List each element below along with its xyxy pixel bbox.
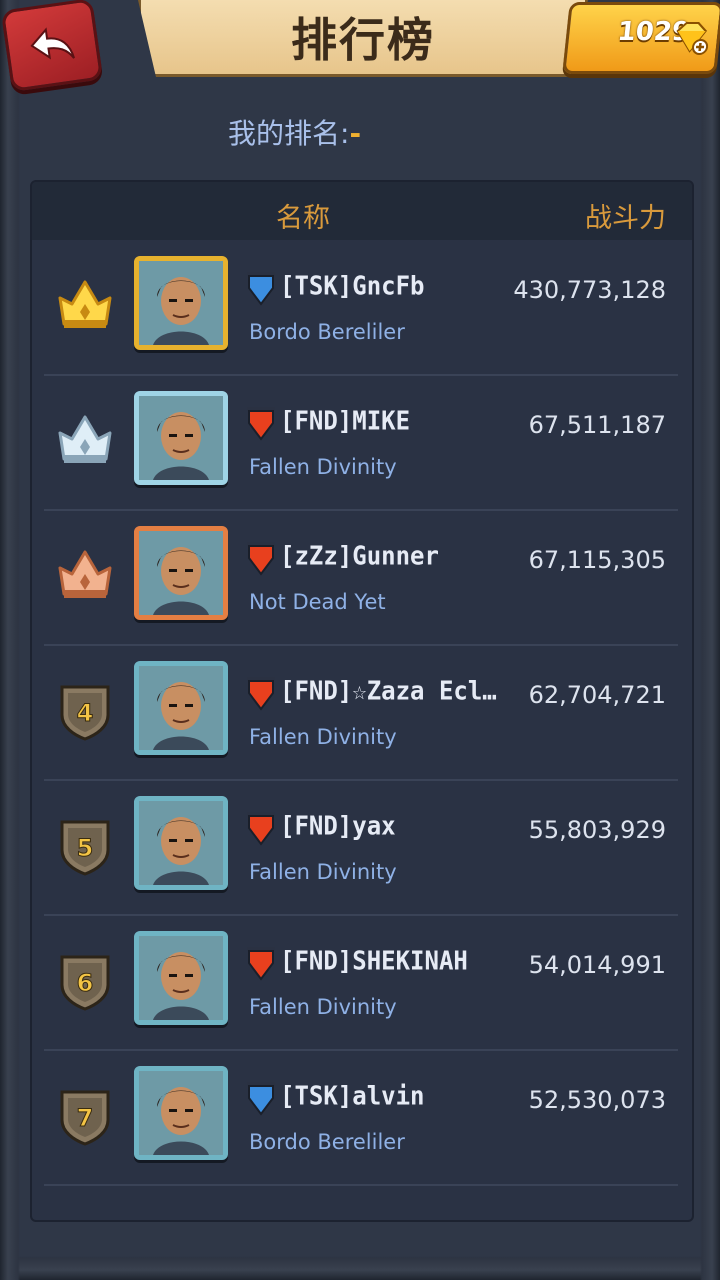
leaderboard-row[interactable]: [zZz]Gunner Not Dead Yet 67,115,305	[44, 510, 678, 646]
hero-portrait-icon	[139, 396, 223, 480]
red-guild-flag-icon	[247, 407, 275, 441]
guild-name: Bordo Bereliler	[249, 320, 405, 344]
leaderboard-row[interactable]: [FND]MIKE Fallen Divinity 67,511,187	[44, 375, 678, 511]
page-title: 排行榜	[291, 13, 435, 67]
guild-name: Not Dead Yet	[249, 590, 386, 614]
guild-name: Fallen Divinity	[249, 725, 397, 749]
rank-number: 6	[77, 969, 94, 997]
player-avatar[interactable]	[134, 256, 228, 350]
battle-power: 52,530,073	[528, 1086, 666, 1114]
guild-name: Fallen Divinity	[249, 455, 397, 479]
column-power-header: 战斗力	[585, 203, 666, 234]
rank-shield-icon: 4	[60, 685, 110, 741]
battle-power: 55,803,929	[528, 816, 666, 844]
red-guild-flag-icon	[247, 812, 275, 846]
my-rank-label: 我的排名:	[228, 117, 350, 150]
player-avatar[interactable]	[134, 526, 228, 620]
rank-number: 5	[77, 834, 94, 862]
guild-name: Fallen Divinity	[249, 860, 397, 884]
hero-portrait-icon	[139, 666, 223, 750]
back-arrow-icon	[30, 27, 75, 60]
battle-power: 430,773,128	[513, 276, 666, 304]
back-button[interactable]	[0, 0, 104, 93]
guild-name: Bordo Bereliler	[249, 1130, 405, 1154]
rank-number: 4	[77, 699, 94, 727]
player-name: [TSK]GncFb	[280, 270, 425, 302]
rank-shield-icon: 5	[60, 820, 110, 876]
my-rank-value: -	[349, 117, 362, 150]
battle-power: 54,014,991	[528, 951, 666, 979]
player-name: [zZz]Gunner	[280, 540, 439, 572]
hero-portrait-icon	[139, 531, 223, 615]
leaderboard-row[interactable]: 7 [TSK]alvin Bordo Bereliler 52,530,073	[44, 1050, 678, 1186]
player-name: [TSK]alvin	[280, 1080, 425, 1112]
battle-power: 67,115,305	[528, 546, 666, 574]
guild-name: Fallen Divinity	[249, 995, 397, 1019]
red-guild-flag-icon	[247, 947, 275, 981]
leaderboard-row[interactable]: 4 [FND]☆Zaza Ecli... Fallen Divinity 62,70…	[44, 645, 678, 781]
leaderboard-row[interactable]: [TSK]GncFb Bordo Bereliler 430,773,128	[44, 240, 678, 376]
rank-shield-icon: 6	[60, 955, 110, 1011]
battle-power: 67,511,187	[528, 411, 666, 439]
leaderboard-header: 名称 战斗力	[32, 182, 692, 240]
player-name: [FND]☆Zaza Ecli...	[280, 675, 502, 707]
leaderboard-panel[interactable]: 名称 战斗力 [TSK]GncFb Bordo Bereliler 430,773,…	[30, 180, 694, 1222]
my-rank: 我的排名:-	[228, 112, 361, 152]
hero-portrait-icon	[139, 801, 223, 885]
column-name-header: 名称	[276, 203, 330, 234]
player-avatar[interactable]	[134, 1066, 228, 1160]
red-guild-flag-icon	[247, 677, 275, 711]
leaderboard-row[interactable]: 6 [FND]SHEKINAH Fallen Divinity 54,014,991	[44, 915, 678, 1051]
player-name: [FND]yax	[280, 810, 396, 842]
player-name: [FND]MIKE	[280, 405, 411, 437]
gold-crown-icon	[58, 280, 112, 328]
leaderboard-row[interactable]: 5 [FND]yax Fallen Divinity 55,803,929	[44, 780, 678, 916]
hero-portrait-icon	[139, 936, 223, 1020]
hero-portrait-icon	[139, 1071, 223, 1155]
bronze-crown-icon	[58, 550, 112, 598]
gem-counter-button[interactable]: 1029	[562, 2, 720, 74]
battle-power: 62,704,721	[528, 681, 666, 709]
silver-crown-icon	[58, 415, 112, 463]
rank-number: 7	[77, 1104, 94, 1132]
gem-plus-icon	[676, 22, 709, 55]
blue-guild-flag-icon	[247, 1082, 275, 1116]
red-guild-flag-icon	[247, 542, 275, 576]
rank-shield-icon: 7	[60, 1090, 110, 1146]
player-name: [FND]SHEKINAH	[280, 945, 468, 977]
hero-portrait-icon	[139, 261, 223, 345]
player-avatar[interactable]	[134, 391, 228, 485]
blue-guild-flag-icon	[247, 272, 275, 306]
player-avatar[interactable]	[134, 661, 228, 755]
player-avatar[interactable]	[134, 796, 228, 890]
player-avatar[interactable]	[134, 931, 228, 1025]
title-plaque: 排行榜	[138, 0, 588, 77]
